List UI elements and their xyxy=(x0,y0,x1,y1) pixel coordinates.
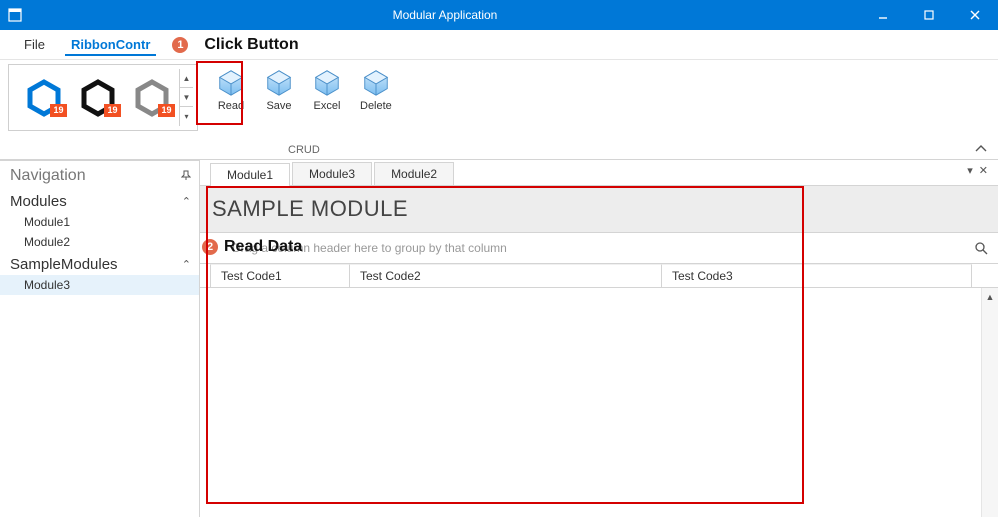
document-tabs: Module1 Module3 Module2 ▾ ✕ xyxy=(200,160,998,186)
column-header-testcode2[interactable]: Test Code2 xyxy=(350,264,662,287)
theme-dropdown-icon[interactable]: ▾ xyxy=(180,107,193,126)
delete-button[interactable]: Delete xyxy=(356,66,396,114)
theme-swatch-gray[interactable]: 19 xyxy=(125,71,179,125)
menu-ribbon-control[interactable]: RibbonContr xyxy=(65,33,156,56)
theme-swatch-blue[interactable]: 19 xyxy=(17,71,71,125)
theme-gallery-arrows[interactable]: ▲ ▼ ▾ xyxy=(179,69,193,126)
window-titlebar: Modular Application xyxy=(0,0,998,30)
sidebar-item-module3[interactable]: Module3 xyxy=(0,275,199,295)
scroll-up-icon[interactable]: ▲ xyxy=(982,288,998,305)
window-title: Modular Application xyxy=(30,8,860,22)
chevron-up-icon: ⌃ xyxy=(182,258,191,271)
theme-gallery[interactable]: 19 19 19 ▲ ▼ ▾ xyxy=(8,64,198,131)
annotation-badge-1: 1 xyxy=(170,35,190,55)
ribbon-collapse-button[interactable] xyxy=(974,143,988,157)
tab-module1[interactable]: Module1 xyxy=(210,163,290,186)
grid-body: ▲ xyxy=(200,288,998,517)
ribbon-group-label: CRUD xyxy=(288,144,320,156)
annotation-label-1: Click Button xyxy=(204,36,298,54)
vertical-scrollbar[interactable]: ▲ xyxy=(981,288,998,517)
annotation-label-2: Read Data xyxy=(224,238,302,256)
theme-badge: 19 xyxy=(158,104,175,117)
annotation-badge-2: 2 xyxy=(200,237,220,257)
tab-module3[interactable]: Module3 xyxy=(292,162,372,185)
sidebar-group-modules[interactable]: Modules ⌃ xyxy=(0,189,199,212)
save-button-label: Save xyxy=(266,100,291,112)
theme-scroll-up-icon[interactable]: ▲ xyxy=(180,69,193,88)
menu-bar: File RibbonContr 1 Click Button xyxy=(0,30,998,60)
window-close-button[interactable] xyxy=(952,0,998,30)
excel-button-label: Excel xyxy=(314,100,341,112)
chevron-up-icon: ⌃ xyxy=(182,195,191,208)
read-button-label: Read xyxy=(218,100,244,112)
grid-header-row: Test Code1 Test Code2 Test Code3 xyxy=(200,264,998,288)
save-button[interactable]: Save xyxy=(260,66,298,114)
tab-dropdown-icon[interactable]: ▾ xyxy=(967,164,973,177)
menu-file[interactable]: File xyxy=(18,33,51,56)
sidebar-item-module1[interactable]: Module1 xyxy=(0,212,199,232)
theme-badge: 19 xyxy=(104,104,121,117)
sidebar-group-samplemodules[interactable]: SampleModules ⌃ xyxy=(0,252,199,275)
sidebar-title: Navigation xyxy=(10,167,86,185)
theme-scroll-down-icon[interactable]: ▼ xyxy=(180,88,193,107)
navigation-sidebar: Navigation Modules ⌃ Module1 Module2 Sam… xyxy=(0,160,200,517)
column-header-testcode1[interactable]: Test Code1 xyxy=(210,264,350,287)
pin-icon[interactable] xyxy=(181,170,191,183)
grid-group-panel[interactable]: Drag a column header here to group by th… xyxy=(200,233,998,264)
window-maximize-button[interactable] xyxy=(906,0,952,30)
column-header-testcode3[interactable]: Test Code3 xyxy=(662,264,972,287)
read-button[interactable]: Read xyxy=(212,66,250,114)
app-icon xyxy=(0,8,30,22)
tab-module2[interactable]: Module2 xyxy=(374,162,454,185)
ribbon-toolbar: 19 19 19 ▲ ▼ ▾ Read Save xyxy=(0,60,998,160)
ribbon-group-crud: Read Save Excel Delete CRUD xyxy=(206,64,402,156)
theme-swatch-black[interactable]: 19 xyxy=(71,71,125,125)
theme-badge: 19 xyxy=(50,104,67,117)
module-header: SAMPLE MODULE xyxy=(200,186,998,233)
window-minimize-button[interactable] xyxy=(860,0,906,30)
main-content: Module1 Module3 Module2 ▾ ✕ SAMPLE MODUL… xyxy=(200,160,998,517)
delete-button-label: Delete xyxy=(360,100,392,112)
excel-button[interactable]: Excel xyxy=(308,66,346,114)
sidebar-item-module2[interactable]: Module2 xyxy=(0,232,199,252)
tab-close-button[interactable]: ✕ xyxy=(979,164,988,177)
search-icon[interactable] xyxy=(974,241,988,258)
